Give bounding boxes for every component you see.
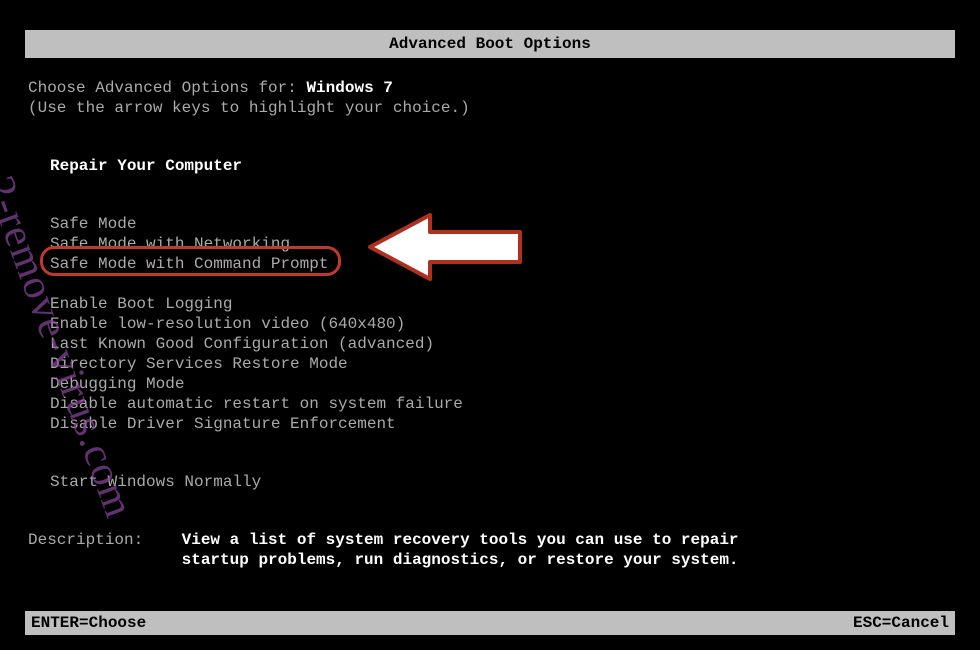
description-line2: startup problems, run diagnostics, or re… [28, 550, 952, 570]
status-enter: ENTER=Choose [31, 611, 146, 635]
description-text2: startup problems, run diagnostics, or re… [182, 551, 739, 569]
arrow-left-icon [360, 207, 530, 287]
status-bar: ENTER=Choose ESC=Cancel [25, 611, 955, 635]
title-bar: Advanced Boot Options [25, 30, 955, 58]
option-low-res[interactable]: Enable low-resolution video (640x480) [50, 314, 952, 334]
os-name: Windows 7 [306, 79, 392, 97]
option-no-auto-restart[interactable]: Disable automatic restart on system fail… [50, 394, 952, 414]
highlight-box [40, 246, 341, 276]
choose-line: Choose Advanced Options for: Windows 7 [28, 78, 952, 98]
option-no-driver-sig[interactable]: Disable Driver Signature Enforcement [50, 414, 952, 434]
description-line1: Description: View a list of system recov… [28, 530, 952, 550]
description-text1: View a list of system recovery tools you… [182, 531, 739, 549]
option-start-normally[interactable]: Start Windows Normally [50, 472, 952, 492]
status-esc: ESC=Cancel [853, 611, 949, 635]
option-debug[interactable]: Debugging Mode [50, 374, 952, 394]
arrow-hint: (Use the arrow keys to highlight your ch… [28, 98, 952, 118]
choose-prefix: Choose Advanced Options for: [28, 79, 306, 97]
description-label: Description: [28, 531, 143, 549]
option-dsrm[interactable]: Directory Services Restore Mode [50, 354, 952, 374]
option-repair[interactable]: Repair Your Computer [50, 156, 952, 176]
option-last-known-good[interactable]: Last Known Good Configuration (advanced) [50, 334, 952, 354]
option-boot-logging[interactable]: Enable Boot Logging [50, 294, 952, 314]
